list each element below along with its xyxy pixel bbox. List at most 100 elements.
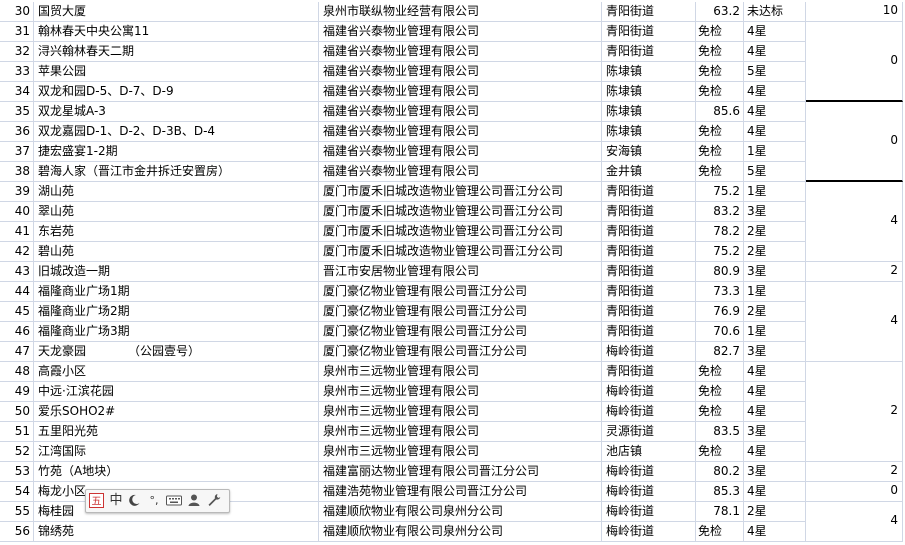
company-cell[interactable]: 福建省兴泰物业管理有限公司 (319, 82, 602, 102)
property-name-cell[interactable]: 碧海人家（晋江市金井拆迁安置房） (34, 162, 319, 182)
chinese-mode-label[interactable]: 中 (108, 493, 124, 508)
score-cell[interactable]: 80.9 (696, 262, 744, 282)
street-cell[interactable]: 梅岭街道 (602, 502, 696, 522)
row-number-cell[interactable]: 35 (0, 102, 34, 122)
score-cell[interactable]: 免检 (696, 22, 744, 42)
street-cell[interactable]: 青阳街道 (602, 362, 696, 382)
star-rating-cell[interactable]: 4星 (744, 522, 806, 542)
row-number-cell[interactable]: 41 (0, 222, 34, 242)
star-rating-cell[interactable]: 1星 (744, 282, 806, 302)
score-cell[interactable]: 免检 (696, 162, 744, 182)
star-rating-cell[interactable]: 3星 (744, 202, 806, 222)
property-name-cell[interactable]: 双龙嘉园D-1、D-2、D-3B、D-4 (34, 122, 319, 142)
star-rating-cell[interactable]: 3星 (744, 262, 806, 282)
street-cell[interactable]: 梅岭街道 (602, 342, 696, 362)
score-cell[interactable]: 免检 (696, 522, 744, 542)
star-rating-cell[interactable]: 4星 (744, 122, 806, 142)
star-rating-cell[interactable]: 4星 (744, 362, 806, 382)
score-cell[interactable]: 免检 (696, 62, 744, 82)
ime-toolbar[interactable]: 五 中 °, (85, 489, 230, 513)
score-cell[interactable]: 80.2 (696, 462, 744, 482)
row-number-cell[interactable]: 46 (0, 322, 34, 342)
company-cell[interactable]: 泉州市联纵物业经营有限公司 (319, 2, 602, 22)
star-rating-cell[interactable]: 3星 (744, 342, 806, 362)
street-cell[interactable]: 梅岭街道 (602, 482, 696, 502)
street-cell[interactable]: 青阳街道 (602, 242, 696, 262)
score-cell[interactable]: 83.5 (696, 422, 744, 442)
property-name-cell[interactable]: 五里阳光苑 (34, 422, 319, 442)
street-cell[interactable]: 陈埭镇 (602, 62, 696, 82)
property-name-cell[interactable]: 翠山苑 (34, 202, 319, 222)
property-name-cell[interactable]: 浔兴翰林春天二期 (34, 42, 319, 62)
row-number-cell[interactable]: 36 (0, 122, 34, 142)
row-number-cell[interactable]: 33 (0, 62, 34, 82)
property-name-cell[interactable]: 福隆商业广场3期 (34, 322, 319, 342)
company-cell[interactable]: 福建省兴泰物业管理有限公司 (319, 22, 602, 42)
company-cell[interactable]: 厦门豪亿物业管理有限公司晋江分公司 (319, 342, 602, 362)
company-cell[interactable]: 福建省兴泰物业管理有限公司 (319, 122, 602, 142)
street-cell[interactable]: 青阳街道 (602, 302, 696, 322)
row-number-cell[interactable]: 47 (0, 342, 34, 362)
score-cell[interactable]: 83.2 (696, 202, 744, 222)
company-cell[interactable]: 福建省兴泰物业管理有限公司 (319, 42, 602, 62)
merged-count-cell[interactable]: 10 (806, 2, 903, 22)
street-cell[interactable]: 梅岭街道 (602, 522, 696, 542)
row-number-cell[interactable]: 52 (0, 442, 34, 462)
property-name-cell[interactable]: 旧城改造一期 (34, 262, 319, 282)
street-cell[interactable]: 安海镇 (602, 142, 696, 162)
star-rating-cell[interactable]: 2星 (744, 502, 806, 522)
score-cell[interactable]: 免检 (696, 382, 744, 402)
company-cell[interactable]: 厦门市厦禾旧城改造物业管理公司晋江分公司 (319, 182, 602, 202)
punctuation-icon[interactable]: °, (146, 493, 162, 508)
wrench-icon[interactable] (207, 493, 223, 508)
row-number-cell[interactable]: 38 (0, 162, 34, 182)
street-cell[interactable]: 青阳街道 (602, 42, 696, 62)
score-cell[interactable]: 73.3 (696, 282, 744, 302)
row-number-cell[interactable]: 34 (0, 82, 34, 102)
keyboard-icon[interactable] (166, 493, 184, 508)
street-cell[interactable]: 青阳街道 (602, 262, 696, 282)
company-cell[interactable]: 厦门市厦禾旧城改造物业管理公司晋江分公司 (319, 222, 602, 242)
score-cell[interactable]: 免检 (696, 142, 744, 162)
property-name-cell[interactable]: 江湾国际 (34, 442, 319, 462)
row-number-cell[interactable]: 42 (0, 242, 34, 262)
property-name-cell[interactable]: 翰林春天中央公寓11 (34, 22, 319, 42)
star-rating-cell[interactable]: 1星 (744, 142, 806, 162)
company-cell[interactable]: 福建省兴泰物业管理有限公司 (319, 142, 602, 162)
company-cell[interactable]: 厦门豪亿物业管理有限公司晋江分公司 (319, 282, 602, 302)
row-number-cell[interactable]: 40 (0, 202, 34, 222)
row-number-cell[interactable]: 49 (0, 382, 34, 402)
property-name-cell[interactable]: 东岩苑 (34, 222, 319, 242)
row-number-cell[interactable]: 45 (0, 302, 34, 322)
row-number-cell[interactable]: 48 (0, 362, 34, 382)
property-name-cell[interactable]: 捷宏盛宴1-2期 (34, 142, 319, 162)
property-name-cell[interactable]: 福隆商业广场1期 (34, 282, 319, 302)
company-cell[interactable]: 福建顺欣物业有限公司泉州分公司 (319, 502, 602, 522)
row-number-cell[interactable]: 37 (0, 142, 34, 162)
property-name-cell[interactable]: 湖山苑 (34, 182, 319, 202)
row-number-cell[interactable]: 55 (0, 502, 34, 522)
user-icon[interactable] (187, 493, 203, 508)
street-cell[interactable]: 池店镇 (602, 442, 696, 462)
street-cell[interactable]: 梅岭街道 (602, 462, 696, 482)
star-rating-cell[interactable]: 5星 (744, 62, 806, 82)
merged-count-cell[interactable]: 0 (806, 482, 903, 502)
street-cell[interactable]: 金井镇 (602, 162, 696, 182)
company-cell[interactable]: 泉州市三远物业管理有限公司 (319, 402, 602, 422)
merged-count-cell[interactable]: 2 (806, 462, 903, 482)
star-rating-cell[interactable]: 3星 (744, 462, 806, 482)
company-cell[interactable]: 厦门市厦禾旧城改造物业管理公司晋江分公司 (319, 242, 602, 262)
star-rating-cell[interactable]: 4星 (744, 102, 806, 122)
company-cell[interactable]: 泉州市三远物业管理有限公司 (319, 442, 602, 462)
star-rating-cell[interactable]: 2星 (744, 222, 806, 242)
score-cell[interactable]: 70.6 (696, 322, 744, 342)
score-cell[interactable]: 75.2 (696, 242, 744, 262)
company-cell[interactable]: 晋江市安居物业管理有限公司 (319, 262, 602, 282)
score-cell[interactable]: 免检 (696, 442, 744, 462)
street-cell[interactable]: 陈埭镇 (602, 122, 696, 142)
score-cell[interactable]: 63.2 (696, 2, 744, 22)
row-number-cell[interactable]: 30 (0, 2, 34, 22)
row-number-cell[interactable]: 54 (0, 482, 34, 502)
company-cell[interactable]: 厦门市厦禾旧城改造物业管理公司晋江分公司 (319, 202, 602, 222)
property-name-cell[interactable]: 天龙豪园 （公园壹号） (34, 342, 319, 362)
